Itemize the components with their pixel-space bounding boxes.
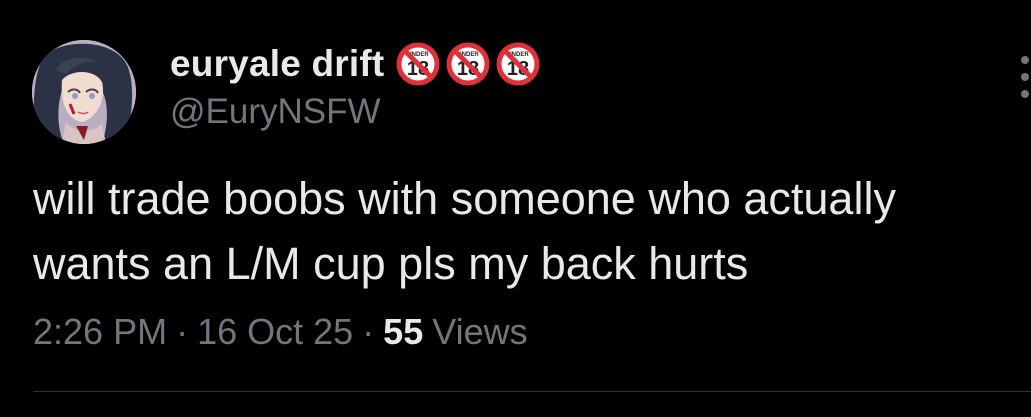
author-badges: UNDER 18 UNDER 18 UNDER 18	[396, 42, 540, 86]
tweet-time[interactable]: 2:26 PM	[33, 311, 167, 353]
tweet-meta: 2:26 PM · 16 Oct 25 · 55 Views	[33, 311, 528, 353]
tweet-text: will trade boobs with someone who actual…	[33, 166, 1031, 296]
under-18-prohibited-icon: UNDER 18	[446, 42, 490, 86]
under-18-prohibited-icon: UNDER 18	[396, 42, 440, 86]
under-18-prohibited-icon: UNDER 18	[496, 42, 540, 86]
author-display-name[interactable]: euryale drift	[170, 43, 384, 85]
views-count: 55	[383, 311, 424, 352]
divider	[33, 391, 1031, 392]
avatar-image	[32, 40, 136, 144]
author-avatar[interactable]	[32, 40, 136, 144]
more-dot	[1021, 90, 1029, 98]
author-handle[interactable]: @EuryNSFW	[170, 92, 381, 132]
views-label: Views	[432, 311, 528, 352]
more-dot	[1021, 56, 1029, 64]
tweet-text-line: will trade boobs with someone who actual…	[33, 173, 896, 224]
tweet-text-line: wants an L/M cup pls my back hurts	[33, 238, 749, 289]
meta-separator: ·	[362, 311, 375, 352]
tweet-card: euryale drift UNDER 18 UNDER 18 UNDER 18…	[0, 0, 1031, 417]
meta-separator: ·	[176, 311, 189, 352]
author-name-row: euryale drift UNDER 18 UNDER 18 UNDER 18	[170, 38, 540, 90]
more-dot	[1021, 73, 1029, 81]
tweet-date[interactable]: 16 Oct 25	[197, 311, 353, 353]
more-options-icon[interactable]	[1015, 56, 1031, 98]
